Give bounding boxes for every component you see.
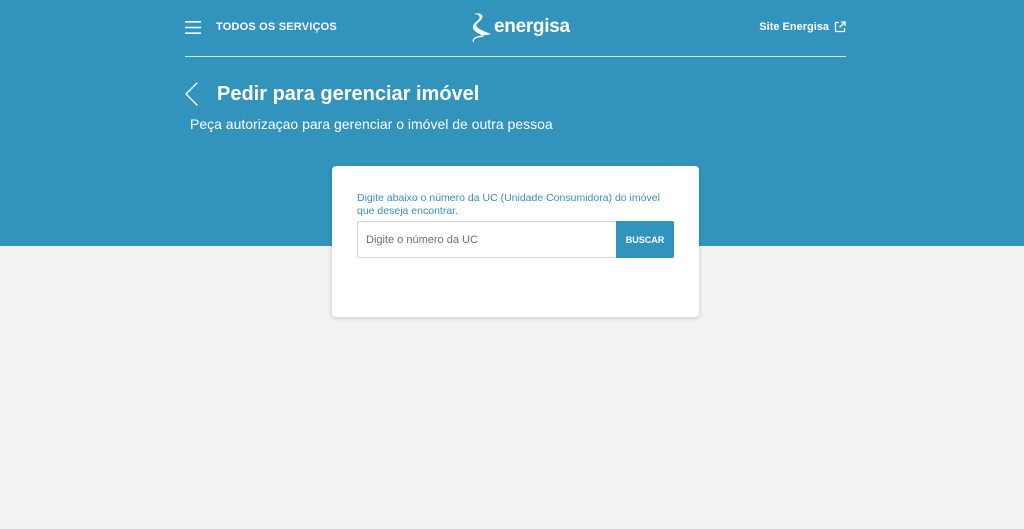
hamburger-icon[interactable] — [185, 20, 201, 34]
all-services-menu-button[interactable]: TODOS OS SERVIÇOS — [185, 17, 337, 37]
uc-instruction-text: Digite abaixo o número da UC (Unidade Co… — [357, 192, 660, 217]
external-link-icon — [834, 21, 846, 33]
page-subtitle: Peça autorizaçao para gerenciar o imóvel… — [190, 116, 553, 132]
uc-number-input[interactable] — [357, 221, 616, 258]
site-energisa-label: Site Energisa — [759, 21, 829, 33]
chevron-left-icon — [185, 82, 198, 106]
top-navigation: TODOS OS SERVIÇOS energisa Site Energisa — [185, 0, 846, 57]
search-button[interactable]: BUSCAR — [616, 221, 674, 258]
energisa-logo-icon — [472, 13, 491, 42]
site-energisa-link[interactable]: Site Energisa — [759, 19, 846, 35]
search-uc-card: Digite abaixo o número da UC (Unidade Co… — [332, 166, 699, 317]
back-button[interactable] — [183, 81, 201, 107]
all-services-label: TODOS OS SERVIÇOS — [216, 21, 337, 33]
page-title: Pedir para gerenciar imóvel — [217, 83, 480, 105]
energisa-logo-text: energisa — [494, 16, 570, 37]
energisa-logo[interactable]: energisa — [471, 11, 570, 43]
